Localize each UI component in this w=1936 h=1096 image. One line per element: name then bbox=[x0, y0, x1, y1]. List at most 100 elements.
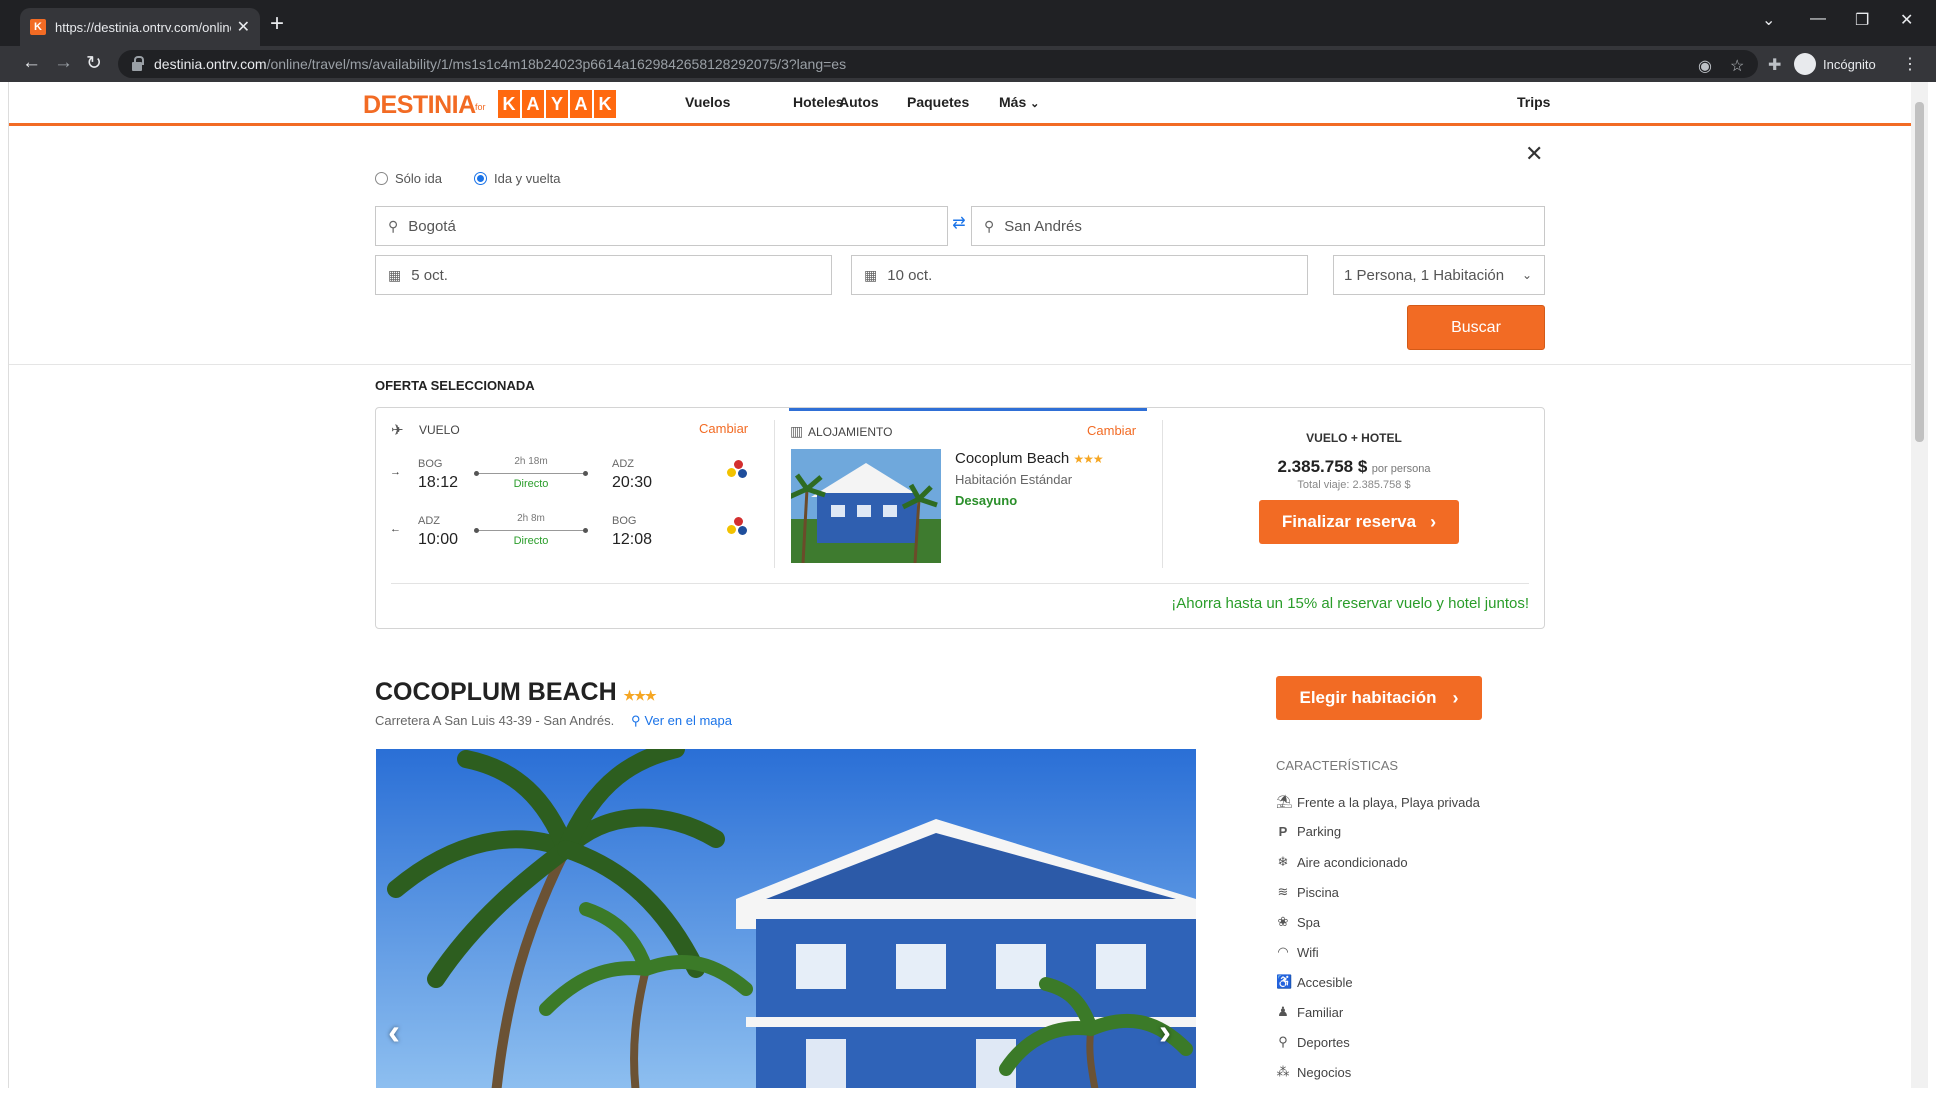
kayak-letter: A bbox=[570, 90, 592, 118]
hotel-address: Carretera A San Luis 43-39 - San Andrés. bbox=[375, 713, 615, 728]
beach-icon: ⛱ bbox=[1276, 794, 1293, 809]
kayak-logo[interactable]: K A Y A K bbox=[498, 90, 616, 118]
nav-vuelos[interactable]: Vuelos bbox=[685, 94, 730, 110]
forward-icon[interactable]: → bbox=[54, 52, 73, 74]
pool-icon: ≋ bbox=[1277, 884, 1289, 899]
return-arr-time: 12:08 bbox=[612, 531, 653, 548]
hotel-photo-gallery[interactable]: ‹ › bbox=[376, 749, 1196, 1088]
package-price: 2.385.758 $ por persona bbox=[1162, 457, 1546, 477]
feature-label: Piscina bbox=[1297, 884, 1339, 900]
minimize-icon[interactable]: — bbox=[1810, 10, 1826, 28]
feature-item: ≋ Piscina bbox=[1276, 884, 1339, 900]
url-path: /online/travel/ms/availability/1/ms1s1c4… bbox=[266, 56, 847, 72]
destinia-logo[interactable]: DESTINIA bbox=[363, 91, 476, 120]
offer-section-title: OFERTA SELECCIONADA bbox=[375, 378, 535, 393]
kayak-letter: K bbox=[594, 90, 616, 118]
chevron-right-icon: › bbox=[1452, 687, 1459, 708]
wifi-icon: ◠ bbox=[1277, 944, 1289, 959]
back-icon[interactable]: ← bbox=[22, 52, 41, 74]
radio-round-trip-dot bbox=[474, 172, 487, 185]
return-flight-line bbox=[474, 528, 588, 533]
page-scrollbar[interactable] bbox=[1911, 82, 1928, 1088]
logo-for-text: for bbox=[475, 102, 486, 112]
bookmark-star-icon[interactable]: ☆ bbox=[1730, 56, 1744, 76]
wheelchair-icon: ♿ bbox=[1276, 974, 1293, 989]
price-per-person: por persona bbox=[1371, 463, 1431, 475]
feature-item: ⚲ Deportes bbox=[1276, 1034, 1350, 1050]
gallery-next-icon[interactable]: › bbox=[1159, 1011, 1171, 1053]
search-button[interactable]: Buscar bbox=[1407, 305, 1545, 350]
reload-icon[interactable]: ↻ bbox=[86, 52, 102, 75]
site-header: DESTINIA for K A Y A K Vuelos Hoteles Au… bbox=[9, 82, 1911, 126]
outbound-from-code: BOG bbox=[418, 458, 443, 470]
airline-logo-icon bbox=[727, 517, 749, 539]
kayak-letter: A bbox=[522, 90, 544, 118]
snowflake-icon: ❄ bbox=[1277, 854, 1289, 869]
nav-paquetes[interactable]: Paquetes bbox=[907, 94, 969, 110]
date-to-field[interactable]: ▦ 10 oct. bbox=[851, 255, 1308, 295]
radio-one-way[interactable]: Sólo ida bbox=[375, 171, 442, 186]
change-hotel-link[interactable]: Cambiar bbox=[1087, 423, 1136, 438]
left-edge bbox=[0, 82, 9, 1088]
extensions-icon[interactable]: ✚ bbox=[1768, 55, 1781, 75]
favicon-icon: K bbox=[30, 19, 46, 35]
location-pin-icon: ⚲ bbox=[984, 217, 995, 234]
date-from-field[interactable]: ▦ 5 oct. bbox=[375, 255, 832, 295]
feature-item: ⛱ Frente a la playa, Playa privada bbox=[1276, 794, 1480, 810]
url-field[interactable]: destinia.ontrv.com/online/travel/ms/avai… bbox=[118, 50, 1758, 78]
map-link[interactable]: ⚲ Ver en el mapa bbox=[631, 713, 732, 729]
board-type: Desayuno bbox=[955, 493, 1018, 508]
column-divider bbox=[774, 420, 775, 568]
flight-label: VUELO bbox=[419, 423, 460, 437]
scrollbar-thumb[interactable] bbox=[1915, 102, 1924, 442]
selected-offer-card: ✈ VUELO Cambiar → BOG 18:12 2h 18m Direc… bbox=[375, 407, 1545, 629]
hotel-stars-icon: ★★★ bbox=[623, 688, 657, 703]
restore-icon[interactable]: ❐ bbox=[1855, 10, 1869, 30]
chevron-right-icon: › bbox=[1430, 511, 1437, 532]
incognito-label: Incógnito bbox=[1823, 56, 1876, 72]
feature-item: ♿ Accesible bbox=[1276, 974, 1353, 990]
tab-search-icon[interactable]: ⌄ bbox=[1762, 10, 1775, 30]
radio-one-way-dot bbox=[375, 172, 388, 185]
nav-mas[interactable]: Más ⌄ bbox=[999, 94, 1039, 110]
radio-round-trip[interactable]: Ida y vuelta bbox=[474, 171, 561, 186]
offer-hotel-name: Cocoplum Beach ★★★ bbox=[955, 450, 1104, 467]
chevron-down-icon: ⌄ bbox=[1521, 268, 1532, 282]
nav-autos[interactable]: Autos bbox=[839, 94, 879, 110]
return-to-code: BOG bbox=[612, 515, 637, 527]
date-from-value: 5 oct. bbox=[411, 266, 448, 284]
new-tab-icon[interactable]: + bbox=[270, 10, 284, 38]
return-direct: Directo bbox=[513, 535, 549, 547]
nav-hoteles[interactable]: Hoteles bbox=[793, 94, 844, 110]
savings-message: ¡Ahorra hasta un 15% al reservar vuelo y… bbox=[1171, 595, 1529, 612]
web-page: DESTINIA for K A Y A K Vuelos Hoteles Au… bbox=[9, 82, 1911, 1088]
origin-value: Bogotá bbox=[408, 217, 456, 235]
destination-field[interactable]: ⚲ San Andrés bbox=[971, 206, 1545, 246]
return-arrow-icon: ← bbox=[390, 523, 401, 535]
return-dep-time: 10:00 bbox=[418, 531, 459, 548]
close-tab-icon[interactable]: ✕ bbox=[237, 17, 250, 37]
choose-room-button[interactable]: Elegir habitación › bbox=[1276, 676, 1482, 720]
finish-booking-button[interactable]: Finalizar reserva › bbox=[1259, 500, 1459, 544]
origin-field[interactable]: ⚲ Bogotá bbox=[375, 206, 948, 246]
nav-trips[interactable]: Trips bbox=[1517, 94, 1550, 110]
guests-select[interactable]: 1 Persona, 1 Habitación ⌄ bbox=[1333, 255, 1545, 295]
tracking-eye-icon[interactable]: ◉ bbox=[1698, 56, 1712, 76]
feature-label: Aire acondicionado bbox=[1297, 854, 1408, 870]
browser-tab[interactable]: K https://destinia.ontrv.com/online ✕ bbox=[20, 8, 260, 46]
gallery-prev-icon[interactable]: ‹ bbox=[388, 1011, 400, 1053]
change-flight-link[interactable]: Cambiar bbox=[699, 421, 748, 436]
outbound-arr-time: 20:30 bbox=[612, 474, 653, 491]
feature-label: Wifi bbox=[1297, 944, 1319, 960]
incognito-indicator[interactable]: Incógnito bbox=[1794, 53, 1876, 75]
swap-icon[interactable]: ⇄ bbox=[947, 211, 971, 235]
browser-menu-icon[interactable]: ⋮ bbox=[1902, 54, 1918, 74]
offer-divider bbox=[391, 583, 1529, 584]
date-to-value: 10 oct. bbox=[887, 266, 933, 284]
close-window-icon[interactable]: ✕ bbox=[1900, 10, 1913, 30]
hotel-title-text: COCOPLUM BEACH bbox=[375, 678, 617, 706]
outbound-flight-line bbox=[474, 471, 588, 476]
close-icon[interactable]: ✕ bbox=[1525, 141, 1543, 167]
room-type: Habitación Estándar bbox=[955, 472, 1073, 487]
hotel-thumbnail[interactable] bbox=[791, 449, 941, 563]
